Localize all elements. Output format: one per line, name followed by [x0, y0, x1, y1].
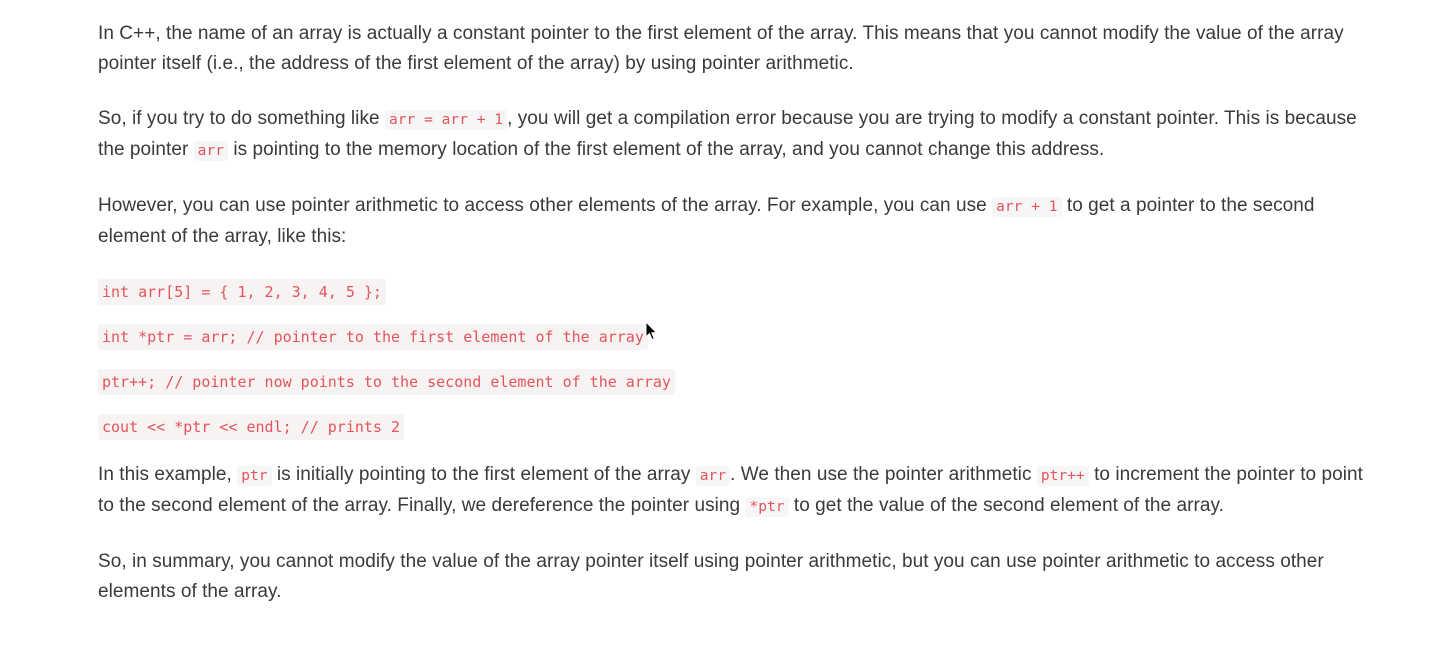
- paragraph-text: . We then use the pointer arithmetic: [730, 464, 1037, 485]
- inline-code: ptr++: [1036, 466, 1089, 486]
- code-line: cout << *ptr << endl; // prints 2: [98, 414, 1378, 440]
- paragraph-text: In this example,: [98, 464, 238, 485]
- paragraph-intro: In C++, the name of an array is actually…: [98, 19, 1378, 79]
- inline-code: arr + 1: [992, 197, 1062, 217]
- paragraph-text: So, if you try to do something like: [98, 108, 385, 129]
- inline-code: arr: [193, 141, 229, 161]
- code-line: int arr[5] = { 1, 2, 3, 4, 5 };: [98, 279, 1378, 305]
- inline-code: *ptr: [745, 497, 789, 517]
- paragraph-compilation-error: So, if you try to do something like arr …: [98, 104, 1378, 166]
- inline-code: ptr: [237, 466, 272, 486]
- code-line: int *ptr = arr; // pointer to the first …: [98, 324, 1378, 350]
- mouse-pointer-icon: [645, 321, 658, 341]
- paragraph-pointer-arithmetic: However, you can use pointer arithmetic …: [98, 191, 1378, 252]
- chat-response: In C++, the name of an array is actually…: [98, 19, 1378, 632]
- paragraph-text: to get the value of the second element o…: [788, 495, 1224, 516]
- paragraph-text: So, in summary, you cannot modify the va…: [98, 551, 1324, 602]
- paragraph-text: is initially pointing to the first eleme…: [271, 464, 696, 485]
- inline-code: arr: [695, 466, 731, 486]
- paragraph-summary: So, in summary, you cannot modify the va…: [98, 547, 1378, 607]
- code-line: ptr++; // pointer now points to the seco…: [98, 369, 1378, 395]
- code-line-text: int *ptr = arr; // pointer to the first …: [98, 324, 648, 350]
- paragraph-text: In C++, the name of an array is actually…: [98, 23, 1344, 74]
- paragraph-text: is pointing to the memory location of th…: [228, 139, 1105, 160]
- inline-code: arr = arr + 1: [384, 110, 508, 130]
- paragraph-explanation: In this example, ptr is initially pointi…: [98, 460, 1378, 522]
- code-line-text: ptr++; // pointer now points to the seco…: [98, 369, 675, 395]
- code-line-text: int arr[5] = { 1, 2, 3, 4, 5 };: [98, 279, 386, 305]
- code-line-text: cout << *ptr << endl; // prints 2: [98, 414, 405, 440]
- paragraph-text: However, you can use pointer arithmetic …: [98, 195, 993, 216]
- code-example: int arr[5] = { 1, 2, 3, 4, 5 }; int *ptr…: [98, 277, 1378, 440]
